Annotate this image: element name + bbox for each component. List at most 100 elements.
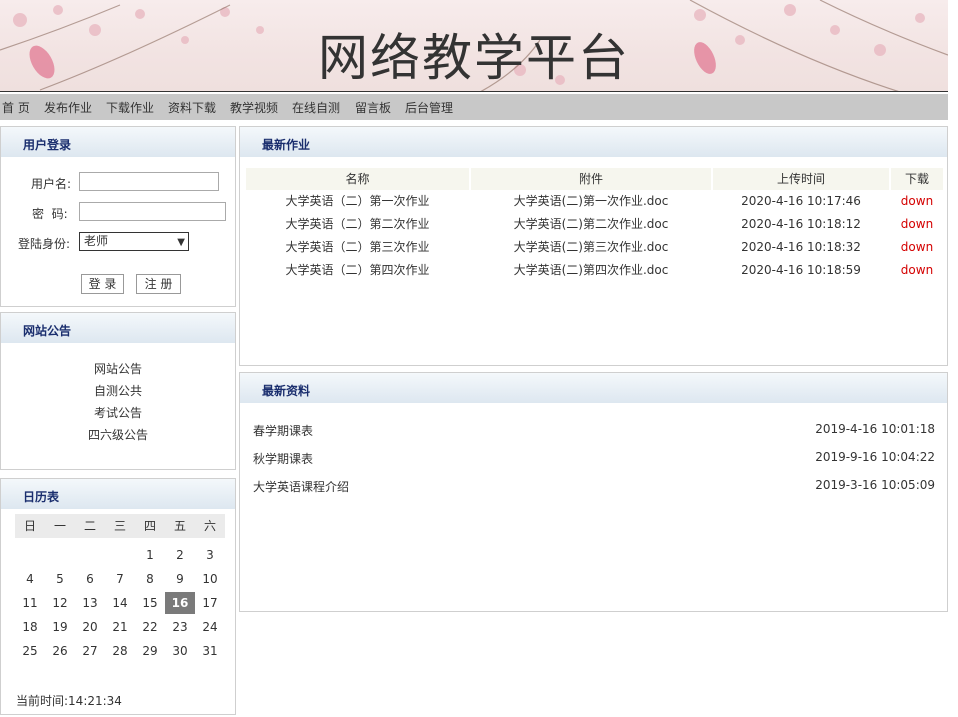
calendar-day[interactable]: 13 bbox=[75, 592, 105, 614]
notice-panel-title: 网站公告 bbox=[23, 324, 72, 338]
homework-file: 大学英语(二)第一次作业.doc bbox=[513, 194, 669, 208]
download-link[interactable]: down bbox=[891, 260, 943, 280]
calendar-day[interactable]: 26 bbox=[45, 640, 75, 662]
notice-item[interactable]: 四六级公告 bbox=[0, 426, 236, 443]
homework-name: 大学英语（二）第二次作业 bbox=[285, 217, 430, 231]
column-header-download: 下载 bbox=[891, 168, 943, 190]
username-input[interactable] bbox=[79, 172, 219, 191]
nav-home[interactable]: 首 页 bbox=[2, 99, 30, 116]
login-panel-header: 用户登录 bbox=[1, 127, 235, 157]
calendar-weekday: 四 bbox=[135, 514, 165, 538]
calendar-day[interactable]: 29 bbox=[135, 640, 165, 662]
site-title: 网络教学平台 bbox=[318, 29, 630, 87]
calendar-day[interactable]: 12 bbox=[45, 592, 75, 614]
calendar-panel-header: 日历表 bbox=[1, 479, 235, 509]
notice-item[interactable]: 自测公共 bbox=[0, 382, 236, 399]
calendar-day[interactable]: 11 bbox=[15, 592, 45, 614]
calendar-weekday: 二 bbox=[75, 514, 105, 538]
calendar-day[interactable]: 9 bbox=[165, 568, 195, 590]
calendar-day[interactable]: 6 bbox=[75, 568, 105, 590]
calendar-weekday: 五 bbox=[165, 514, 195, 538]
role-select-value: 老师 bbox=[84, 234, 109, 248]
homework-file: 大学英语(二)第二次作业.doc bbox=[513, 217, 669, 231]
calendar-day[interactable]: 20 bbox=[75, 616, 105, 638]
resource-name[interactable]: 春学期课表 bbox=[253, 422, 313, 439]
download-link[interactable]: down bbox=[891, 237, 943, 257]
role-label: 登陆身份: bbox=[18, 237, 71, 251]
calendar-day[interactable]: 22 bbox=[135, 616, 165, 638]
resource-time: 2019-4-16 10:01:18 bbox=[815, 422, 935, 436]
calendar-day[interactable]: 31 bbox=[195, 640, 225, 662]
calendar-weekday: 六 bbox=[195, 514, 225, 538]
calendar-day[interactable]: 1 bbox=[135, 544, 165, 566]
notice-item[interactable]: 网站公告 bbox=[0, 360, 236, 377]
homework-time: 2020-4-16 10:18:32 bbox=[741, 240, 861, 254]
register-button[interactable]: 注 册 bbox=[136, 274, 181, 294]
calendar-day[interactable]: 28 bbox=[105, 640, 135, 662]
calendar-day-today[interactable]: 16 bbox=[165, 592, 195, 614]
column-header-upload-time: 上传时间 bbox=[713, 168, 889, 190]
homework-time: 2020-4-16 10:18:59 bbox=[741, 263, 861, 277]
column-header-name: 名称 bbox=[246, 168, 469, 190]
calendar-day[interactable]: 5 bbox=[45, 568, 75, 590]
resource-time: 2019-9-16 10:04:22 bbox=[815, 450, 935, 464]
calendar-day[interactable]: 30 bbox=[165, 640, 195, 662]
resources-panel-header: 最新资料 bbox=[240, 373, 947, 403]
login-button[interactable]: 登 录 bbox=[81, 274, 124, 294]
calendar-day[interactable]: 3 bbox=[195, 544, 225, 566]
header-banner: 网络教学平台 bbox=[0, 0, 948, 92]
nav-resource-download[interactable]: 资料下载 bbox=[168, 99, 216, 116]
calendar-panel-title: 日历表 bbox=[23, 490, 60, 504]
password-label: 密 码: bbox=[32, 207, 68, 221]
calendar-day[interactable]: 7 bbox=[105, 568, 135, 590]
calendar-day[interactable]: 23 bbox=[165, 616, 195, 638]
calendar-day[interactable]: 21 bbox=[105, 616, 135, 638]
calendar-day[interactable]: 15 bbox=[135, 592, 165, 614]
nav-message-board[interactable]: 留言板 bbox=[355, 99, 391, 116]
homework-name: 大学英语（二）第一次作业 bbox=[285, 194, 430, 208]
download-link[interactable]: down bbox=[891, 214, 943, 234]
notice-panel-header: 网站公告 bbox=[1, 313, 235, 343]
homework-time: 2020-4-16 10:17:46 bbox=[741, 194, 861, 208]
role-select[interactable]: 老师 ▼ bbox=[79, 232, 189, 251]
resource-name[interactable]: 秋学期课表 bbox=[253, 450, 313, 467]
calendar-day[interactable]: 27 bbox=[75, 640, 105, 662]
calendar-day[interactable]: 25 bbox=[15, 640, 45, 662]
nav-publish-homework[interactable]: 发布作业 bbox=[44, 99, 92, 116]
homework-name: 大学英语（二）第三次作业 bbox=[285, 240, 430, 254]
homework-file: 大学英语(二)第三次作业.doc bbox=[513, 240, 669, 254]
homework-file: 大学英语(二)第四次作业.doc bbox=[513, 263, 669, 277]
resources-panel-title: 最新资料 bbox=[262, 384, 311, 398]
chevron-down-icon: ▼ bbox=[177, 237, 185, 248]
calendar-day[interactable]: 18 bbox=[15, 616, 45, 638]
homework-panel-title: 最新作业 bbox=[262, 138, 311, 152]
download-link[interactable]: down bbox=[891, 191, 943, 211]
resource-name[interactable]: 大学英语课程介绍 bbox=[253, 478, 349, 495]
calendar-day[interactable]: 19 bbox=[45, 616, 75, 638]
column-header-attachment: 附件 bbox=[471, 168, 711, 190]
calendar-day[interactable]: 10 bbox=[195, 568, 225, 590]
homework-name: 大学英语（二）第四次作业 bbox=[285, 263, 430, 277]
calendar-day[interactable]: 2 bbox=[165, 544, 195, 566]
calendar-day[interactable]: 17 bbox=[195, 592, 225, 614]
calendar-weekday: 日 bbox=[15, 514, 45, 538]
calendar-day[interactable]: 24 bbox=[195, 616, 225, 638]
notice-item[interactable]: 考试公告 bbox=[0, 404, 236, 421]
homework-panel-header: 最新作业 bbox=[240, 127, 947, 157]
username-label: 用户名: bbox=[31, 177, 72, 191]
calendar-day[interactable]: 4 bbox=[15, 568, 45, 590]
nav-download-homework[interactable]: 下载作业 bbox=[106, 99, 154, 116]
resource-time: 2019-3-16 10:05:09 bbox=[815, 478, 935, 492]
nav-admin[interactable]: 后台管理 bbox=[405, 99, 453, 116]
nav-online-test[interactable]: 在线自测 bbox=[292, 99, 340, 116]
calendar-day[interactable]: 8 bbox=[135, 568, 165, 590]
nav-teaching-video[interactable]: 教学视频 bbox=[230, 99, 278, 116]
password-input[interactable] bbox=[79, 202, 226, 221]
calendar-weekday: 一 bbox=[45, 514, 75, 538]
current-time: 当前时间:14:21:34 bbox=[16, 694, 122, 708]
homework-time: 2020-4-16 10:18:12 bbox=[741, 217, 861, 231]
calendar-weekday: 三 bbox=[105, 514, 135, 538]
login-panel-title: 用户登录 bbox=[23, 138, 72, 152]
calendar-day[interactable]: 14 bbox=[105, 592, 135, 614]
main-nav: 首 页 发布作业 下载作业 资料下载 教学视频 在线自测 留言板 后台管理 bbox=[0, 94, 948, 120]
